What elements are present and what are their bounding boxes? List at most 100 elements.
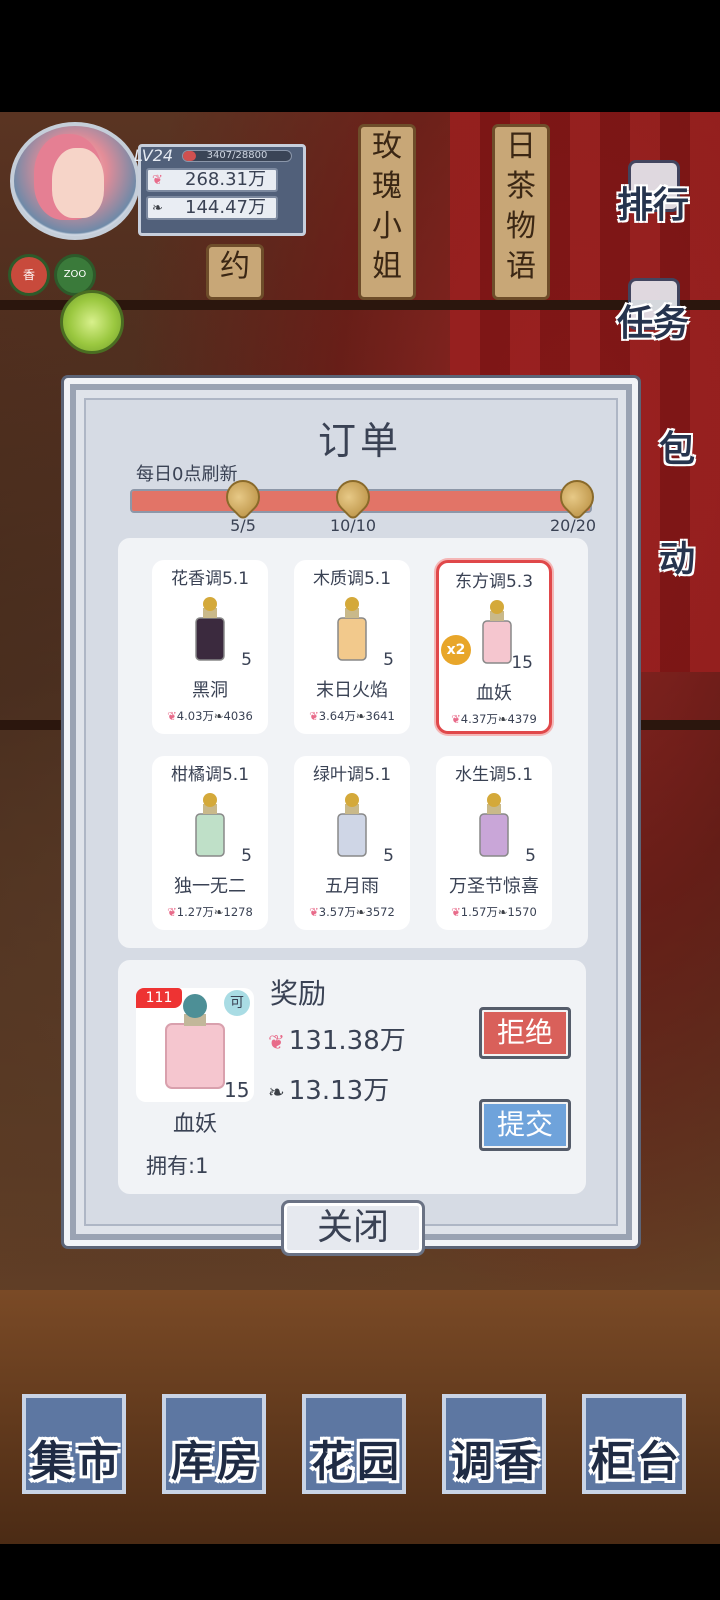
dialog-title: 订单 <box>317 419 402 463</box>
milestone-label: 10/10 <box>329 516 377 535</box>
leaf-icon: ❧ <box>213 709 224 723</box>
perfume-bottle-icon <box>479 793 509 857</box>
order-qty: 5 <box>241 650 252 670</box>
perfume-bottle-icon <box>337 793 367 857</box>
order-category: 木质调5.1 <box>312 569 392 589</box>
ranking-button[interactable]: 排行 <box>604 160 702 242</box>
leaf-icon: ❧ <box>497 712 508 726</box>
petal-value: 268.31万 <box>185 169 266 190</box>
owned-count: 拥有:1 <box>146 1154 209 1178</box>
bottom-black-bar <box>0 1544 720 1600</box>
nav-warehouse[interactable]: 库房 <box>152 1394 282 1504</box>
leaf-currency: ❧ 144.47万 <box>146 196 278 220</box>
order-card[interactable]: 东方调5.3 15 血妖 ❦4.37万❧4379 x2 <box>436 560 552 734</box>
tasks-button[interactable]: 任务 <box>604 278 702 360</box>
leaf-price: 4379 <box>507 712 537 726</box>
order-price: ❦4.37万❧4379 <box>439 711 549 727</box>
order-qty: 15 <box>511 653 533 673</box>
order-card[interactable]: 绿叶调5.1 5 五月雨 ❦3.57万❧3572 <box>294 756 410 930</box>
count-badge: 111 <box>136 988 182 1008</box>
hanging-tag-tea-story[interactable]: 日茶物语 <box>492 124 550 300</box>
leaf-price: 1278 <box>223 905 253 919</box>
perfume-bottle-icon <box>195 597 225 661</box>
petal-icon: ❦ <box>451 712 461 726</box>
refresh-label: 每日0点刷新 <box>136 464 238 485</box>
order-category: 水生调5.1 <box>454 765 534 785</box>
leaf-price: 4036 <box>223 709 253 723</box>
reject-button[interactable]: 拒绝 <box>479 1007 571 1059</box>
leaf-price: 3572 <box>365 905 395 919</box>
leaf-icon: ❧ <box>213 905 224 919</box>
perfume-bottle-icon <box>195 793 225 857</box>
order-card[interactable]: 花香调5.1 5 黑洞 ❦4.03万❧4036 <box>152 560 268 734</box>
order-qty: 5 <box>525 846 536 866</box>
submit-button[interactable]: 提交 <box>479 1099 571 1151</box>
player-level: LV24 <box>134 146 174 165</box>
petal-price: 3.57万 <box>318 905 356 919</box>
petal-price: 1.57万 <box>460 905 498 919</box>
available-badge: 可 <box>224 990 250 1016</box>
petal-icon: ❦ <box>152 173 163 188</box>
close-button[interactable]: 关闭 <box>281 1200 425 1256</box>
perfume-name: 黑洞 <box>192 680 228 701</box>
activity-label: 动 <box>658 538 695 580</box>
perfume-name: 末日火焰 <box>316 680 388 701</box>
avatar-face <box>52 148 104 218</box>
nav-counter[interactable]: 柜台 <box>572 1394 702 1504</box>
order-card[interactable]: 柑橘调5.1 5 独一无二 ❦1.27万❧1278 <box>152 756 268 930</box>
avatar[interactable] <box>10 122 140 240</box>
nav-garden[interactable]: 花园 <box>292 1394 422 1504</box>
tag-text: 日茶物语 <box>506 129 536 284</box>
reward-title: 奖励 <box>270 977 327 1010</box>
leaf-icon: ❧ <box>355 905 366 919</box>
leaf-icon: ❧ <box>355 709 366 723</box>
nav-label: 花园 <box>310 1437 403 1486</box>
order-card[interactable]: 木质调5.1 5 末日火焰 ❦3.64万❧3641 <box>294 560 410 734</box>
petal-icon: ❦ <box>451 905 461 919</box>
milestone-label: 5/5 <box>230 516 256 535</box>
hanging-tag-small[interactable]: 约 <box>206 244 264 300</box>
leaf-price: 3641 <box>365 709 395 723</box>
event-badge-1[interactable]: 香 <box>8 254 50 296</box>
petal-icon: ❦ <box>309 709 319 723</box>
reward-item-name: 血妖 <box>172 1112 217 1137</box>
badge-text: ZOO <box>63 269 87 280</box>
order-price: ❦1.57万❧1570 <box>436 904 552 920</box>
petal-currency: ❦ 268.31万 <box>146 168 278 192</box>
reward-leaf-value: 13.13万 <box>288 1076 390 1106</box>
perfume-name: 独一无二 <box>174 876 246 897</box>
order-qty: 5 <box>383 650 394 670</box>
hanging-tag-rose-lady[interactable]: 玫瑰小姐 <box>358 124 416 300</box>
nav-market[interactable]: 集市 <box>12 1394 142 1504</box>
leaf-value: 144.47万 <box>185 197 266 218</box>
tag-text: 玫瑰小姐 <box>372 129 402 284</box>
nav-label: 调香 <box>450 1437 543 1486</box>
badge-text: 香 <box>22 268 35 282</box>
order-category: 柑橘调5.1 <box>170 765 250 785</box>
kiwi-icon[interactable] <box>60 290 124 354</box>
petal-price: 3.64万 <box>318 709 356 723</box>
reward-petal-value: 131.38万 <box>288 1026 406 1056</box>
perfume-bottle-icon <box>337 597 367 661</box>
order-card[interactable]: 水生调5.1 5 万圣节惊喜 ❦1.57万❧1570 <box>436 756 552 930</box>
leaf-icon: ❧ <box>268 1080 285 1104</box>
tag-text: 约 <box>220 249 250 284</box>
order-price: ❦1.27万❧1278 <box>152 904 268 920</box>
petal-icon: ❦ <box>268 1030 285 1054</box>
petal-icon: ❦ <box>167 709 177 723</box>
perfume-name: 五月雨 <box>325 876 379 897</box>
order-price: ❦3.57万❧3572 <box>294 904 410 920</box>
exp-text: 3407/28800 <box>206 150 268 161</box>
leaf-price: 1570 <box>507 905 537 919</box>
nav-label: 库房 <box>170 1437 263 1486</box>
petal-price: 4.03万 <box>176 709 214 723</box>
petal-icon: ❦ <box>167 905 177 919</box>
order-category: 绿叶调5.1 <box>312 765 392 785</box>
reward-item-qty: 15 <box>224 1078 250 1102</box>
leaf-icon: ❧ <box>152 201 163 216</box>
multiplier-badge: x2 <box>441 635 471 665</box>
milestone-label: 20/20 <box>549 516 597 535</box>
nav-blend[interactable]: 调香 <box>432 1394 562 1504</box>
ranking-label: 排行 <box>616 184 689 226</box>
order-category: 东方调5.3 <box>454 572 534 592</box>
